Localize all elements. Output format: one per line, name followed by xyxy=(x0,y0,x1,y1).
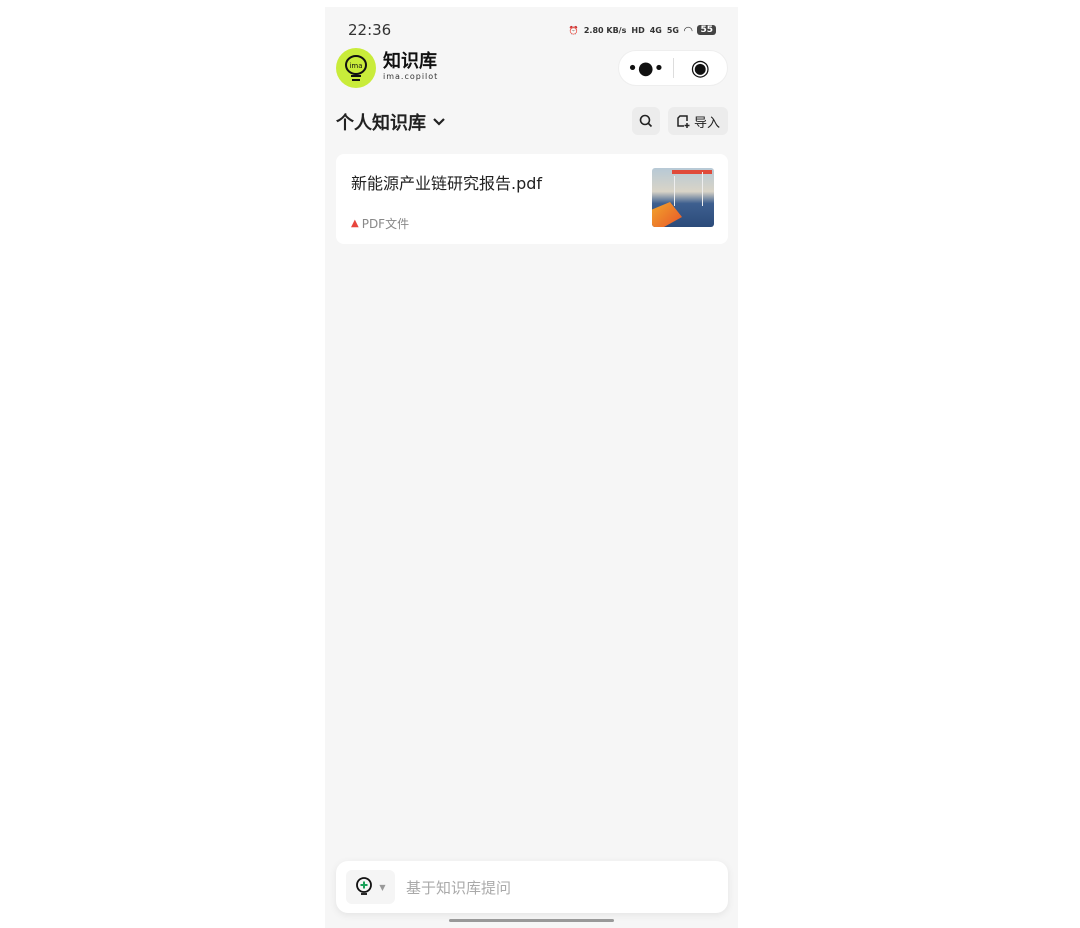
phone-screen: 22:36 ⏰ 2.80 KB/s HD 4G 5G ◠ 55 ima 知识库 … xyxy=(325,7,738,928)
hd-icon: HD xyxy=(631,25,645,35)
close-button[interactable]: ◉ xyxy=(674,56,728,81)
lightbulb-icon xyxy=(356,877,373,895)
file-type: PDF文件 xyxy=(361,217,410,231)
status-time: 22:36 xyxy=(348,21,392,39)
signal-4g-icon: 4G xyxy=(649,25,662,35)
more-dots-icon: •●• xyxy=(627,57,665,79)
import-file-icon xyxy=(677,115,690,128)
pdf-icon: ▲ xyxy=(351,218,359,229)
app-name: 知识库 xyxy=(383,51,437,72)
ask-input[interactable]: 基于知识库提问 xyxy=(406,877,511,898)
file-list-item[interactable]: 新能源产业链研究报告.pdf ▲ PDF文件 xyxy=(336,154,728,244)
caret-down-icon: ▼ xyxy=(379,882,386,892)
battery-icon: 55 xyxy=(697,25,716,35)
app-subtitle: ima.copilot xyxy=(383,72,439,81)
section-title: 个人知识库 xyxy=(336,113,426,134)
ask-bar: ▼ 基于知识库提问 xyxy=(336,861,728,913)
more-button[interactable]: •●• xyxy=(619,58,673,79)
net-speed: 2.80 KB/s xyxy=(583,25,627,35)
import-label: 导入 xyxy=(693,115,720,131)
import-button[interactable]: 导入 xyxy=(668,107,728,135)
target-icon: ◉ xyxy=(690,55,710,81)
status-bar: 22:36 ⏰ 2.80 KB/s HD 4G 5G ◠ 55 xyxy=(348,21,716,39)
chevron-down-icon xyxy=(433,118,445,126)
wifi-icon: ◠ xyxy=(684,23,693,37)
search-icon xyxy=(639,114,653,128)
mode-selector[interactable]: ▼ xyxy=(346,870,395,904)
svg-text:ima: ima xyxy=(349,62,362,70)
search-button[interactable] xyxy=(632,107,660,135)
file-name: 新能源产业链研究报告.pdf xyxy=(351,174,543,193)
app-logo: ima xyxy=(336,48,376,88)
signal-5g-icon: 5G xyxy=(666,25,679,35)
knowledge-base-selector[interactable]: 个人知识库 xyxy=(336,109,446,135)
miniprogram-capsule: •●• ◉ xyxy=(618,50,728,86)
home-indicator xyxy=(449,919,614,922)
file-thumbnail xyxy=(652,168,714,227)
alarm-icon: ⏰ xyxy=(568,25,579,35)
